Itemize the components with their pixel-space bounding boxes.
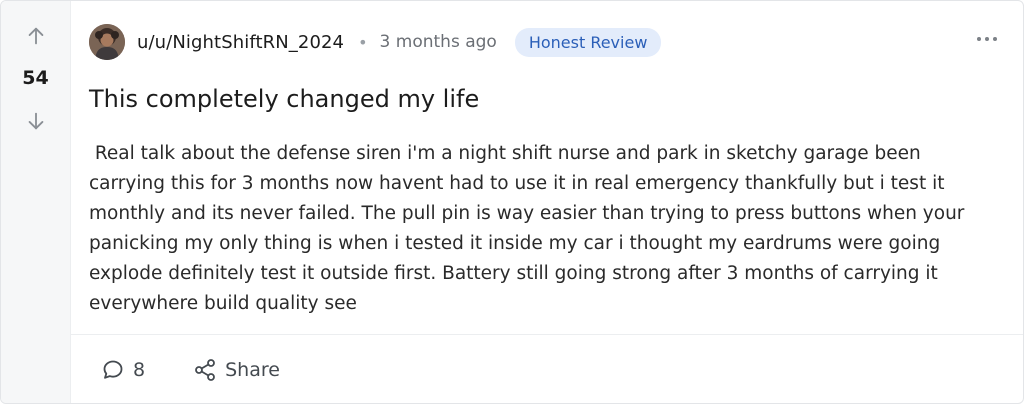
meta-separator: • [358,32,368,52]
username-link[interactable]: u/u/NightShiftRN_2024 [137,32,344,53]
comments-button[interactable]: 8 [101,358,145,382]
share-button[interactable]: Share [193,358,280,382]
post-main: u/u/NightShiftRN_2024 • 3 months ago Hon… [71,1,1023,403]
flair-badge[interactable]: Honest Review [514,27,662,57]
avatar[interactable] [89,24,125,60]
more-options-button[interactable] [973,29,1001,49]
vote-count: 54 [22,67,49,89]
arrow-up-icon [28,27,44,45]
post-actions: 8 Share [101,353,328,387]
share-icon [195,359,215,381]
share-label: Share [225,359,280,381]
more-horizontal-icon [977,37,997,41]
post-body: Real talk about the defense siren i'm a … [89,143,971,314]
divider [71,334,1023,335]
arrow-down-icon [28,112,44,130]
avatar-image-icon [89,24,125,60]
post-title[interactable]: This completely changed my life [89,85,479,113]
downvote-button[interactable] [23,108,49,134]
comment-bubble-icon [103,360,123,379]
vote-column: 54 [1,1,71,403]
post-card: 54 u/u/NightShiftRN_2024 • 3 months ago … [0,0,1024,404]
upvote-button[interactable] [23,23,49,49]
comments-count: 8 [133,359,146,381]
post-meta: u/u/NightShiftRN_2024 • 3 months ago Hon… [137,27,662,57]
post-timestamp: 3 months ago [379,32,497,52]
